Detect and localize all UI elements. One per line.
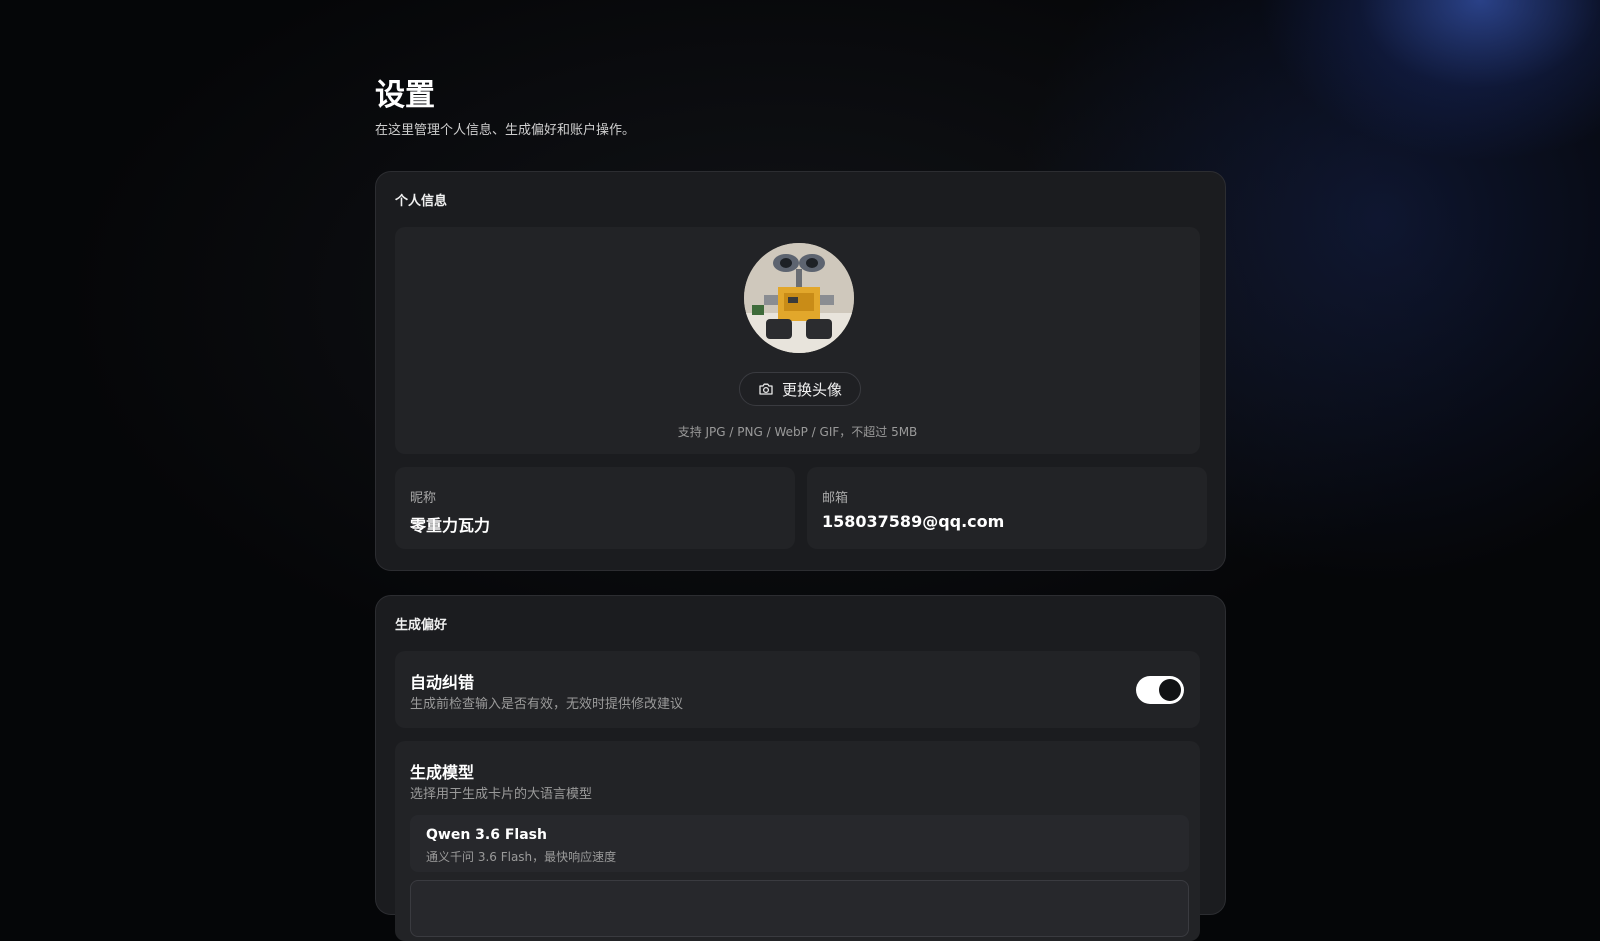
auto-correct-title: 自动纠错 — [410, 669, 474, 693]
nickname-label: 昵称 — [410, 487, 436, 506]
avatar-image — [744, 243, 854, 353]
auto-correct-description: 生成前检查输入是否有效，无效时提供修改建议 — [410, 693, 683, 712]
avatar-panel: 更换头像 支持 JPG / PNG / WebP / GIF，不超过 5MB — [395, 227, 1200, 454]
avatar[interactable] — [744, 243, 854, 353]
email-value: 158037589@qq.com — [822, 512, 1004, 531]
profile-section-title: 个人信息 — [395, 190, 447, 209]
email-field[interactable]: 邮箱 158037589@qq.com — [807, 467, 1207, 549]
avatar-hint: 支持 JPG / PNG / WebP / GIF，不超过 5MB — [395, 423, 1200, 440]
change-avatar-button[interactable]: 更换头像 — [739, 372, 861, 406]
model-panel: 生成模型 选择用于生成卡片的大语言模型 Qwen 3.6 Flash 通义千问 … — [395, 741, 1200, 941]
model-option-name: Qwen 3.6 Flash — [426, 827, 547, 843]
preferences-section-title: 生成偏好 — [395, 614, 447, 633]
auto-correct-row: 自动纠错 生成前检查输入是否有效，无效时提供修改建议 — [395, 651, 1200, 728]
page-subtitle: 在这里管理个人信息、生成偏好和账户操作。 — [375, 122, 1226, 140]
camera-icon — [758, 381, 774, 397]
auto-correct-toggle[interactable] — [1136, 676, 1184, 704]
email-label: 邮箱 — [822, 487, 848, 506]
nickname-field[interactable]: 昵称 零重力瓦力 — [395, 467, 795, 549]
model-description: 选择用于生成卡片的大语言模型 — [410, 783, 592, 802]
settings-page: 设置 在这里管理个人信息、生成偏好和账户操作。 个人信息 — [375, 76, 1226, 140]
model-option-second[interactable] — [410, 880, 1189, 937]
model-title: 生成模型 — [410, 759, 474, 783]
preferences-card: 生成偏好 自动纠错 生成前检查输入是否有效，无效时提供修改建议 生成模型 选择用… — [375, 595, 1226, 915]
model-option-description: 通义千问 3.6 Flash，最快响应速度 — [426, 848, 616, 865]
change-avatar-label: 更换头像 — [782, 379, 842, 400]
profile-card: 个人信息 — [375, 171, 1226, 571]
toggle-knob — [1159, 679, 1181, 701]
page-title: 设置 — [375, 76, 1226, 116]
nickname-value: 零重力瓦力 — [410, 512, 490, 536]
model-option-qwen[interactable]: Qwen 3.6 Flash 通义千问 3.6 Flash，最快响应速度 — [410, 815, 1189, 872]
